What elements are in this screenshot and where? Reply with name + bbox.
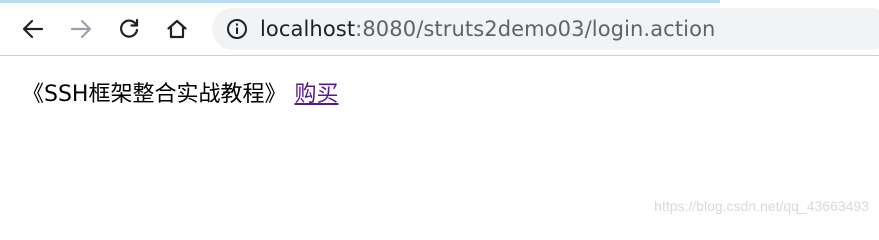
back-arrow-icon bbox=[22, 19, 44, 39]
url-text[interactable]: localhost:8080/struts2demo03/login.actio… bbox=[260, 8, 715, 50]
back-button[interactable] bbox=[16, 12, 50, 46]
forward-arrow-icon bbox=[70, 19, 92, 39]
watermark: https://blog.csdn.net/qq_43663493 bbox=[654, 198, 869, 214]
reload-icon bbox=[120, 18, 139, 38]
info-icon[interactable] bbox=[226, 18, 248, 40]
reload-button[interactable] bbox=[112, 12, 146, 46]
browser-window: localhost:8080/struts2demo03/login.actio… bbox=[0, 0, 879, 220]
page-content: 《SSH框架整合实战教程》 购买 bbox=[22, 76, 339, 108]
home-button[interactable] bbox=[160, 12, 194, 46]
browser-toolbar: localhost:8080/struts2demo03/login.actio… bbox=[0, 3, 879, 56]
url-path: :8080/struts2demo03/login.action bbox=[355, 17, 716, 41]
book-title: 《SSH框架整合实战教程》 bbox=[22, 82, 287, 107]
address-bar[interactable]: localhost:8080/struts2demo03/login.actio… bbox=[212, 8, 879, 50]
url-host: localhost bbox=[260, 17, 356, 41]
forward-button[interactable] bbox=[64, 12, 98, 46]
buy-link[interactable]: 购买 bbox=[294, 82, 338, 107]
home-icon bbox=[167, 19, 187, 39]
